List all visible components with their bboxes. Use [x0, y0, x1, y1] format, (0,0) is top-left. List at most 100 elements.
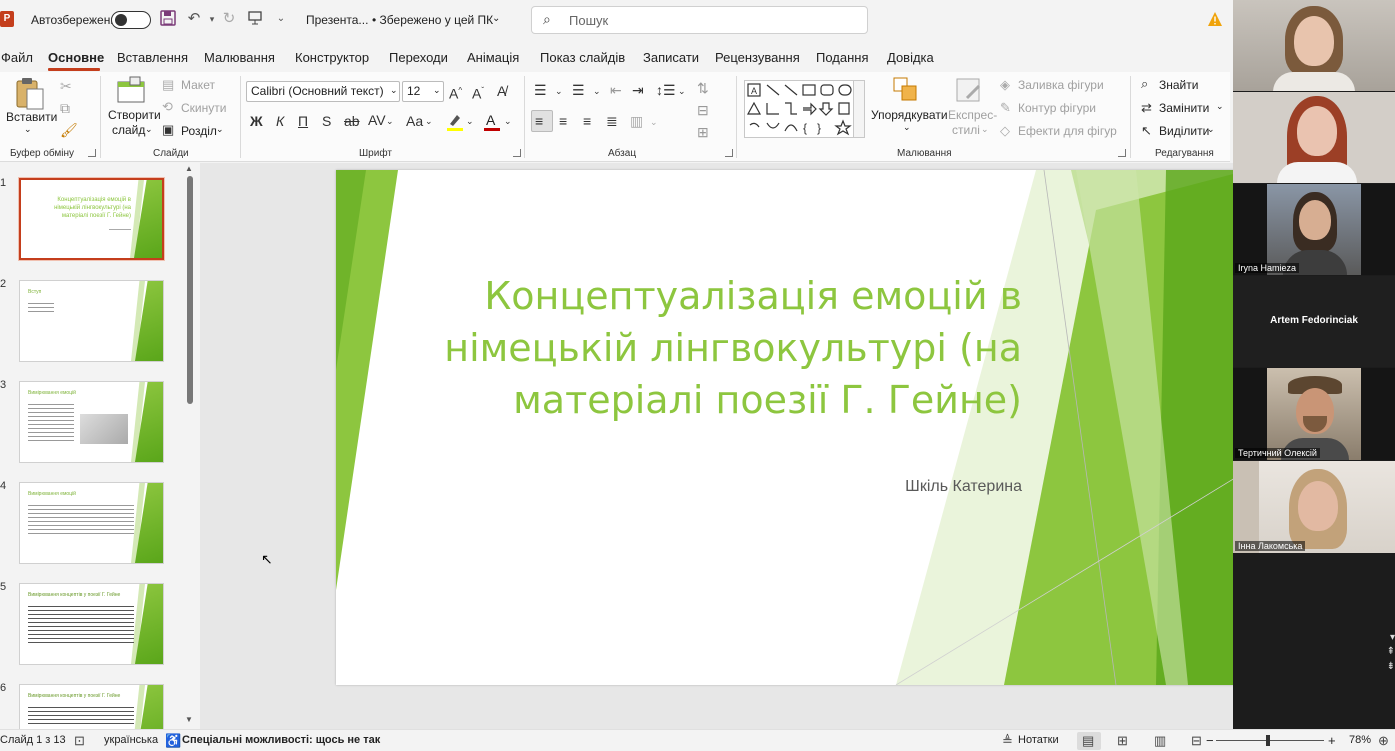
- language-indicator[interactable]: українська: [104, 734, 158, 746]
- character-spacing-icon[interactable]: AV: [368, 112, 386, 128]
- tab-file[interactable]: Файл: [1, 50, 33, 65]
- undo-icon[interactable]: ↶: [185, 10, 203, 28]
- reset-label[interactable]: Скинути: [181, 101, 226, 115]
- scroll-down-icon[interactable]: ⇟: [1387, 661, 1395, 672]
- slide-thumbnail[interactable]: Вимірювання емоцій: [19, 482, 164, 564]
- paste-label[interactable]: Вставити: [6, 110, 57, 124]
- cut-icon[interactable]: ✂: [60, 78, 72, 94]
- decrease-font-icon[interactable]: Aˇ: [472, 83, 484, 102]
- font-launcher-icon[interactable]: [513, 149, 521, 157]
- slide-author[interactable]: Шкіль Катерина: [905, 478, 1022, 496]
- paragraph-launcher-icon[interactable]: [725, 149, 733, 157]
- replace-dropdown-icon[interactable]: ⌄: [1216, 101, 1224, 112]
- replace-icon[interactable]: ⇄: [1141, 100, 1152, 116]
- font-color-icon[interactable]: A: [483, 112, 501, 132]
- drawing-launcher-icon[interactable]: [1118, 149, 1126, 157]
- notes-icon[interactable]: ≜: [1002, 733, 1013, 749]
- strikethrough-icon[interactable]: ab: [344, 113, 360, 129]
- quick-styles-label-2[interactable]: стилі: [952, 123, 980, 137]
- quick-styles-dropdown-icon[interactable]: ⌄: [981, 124, 989, 135]
- new-slide-label-1[interactable]: Створити: [108, 108, 161, 122]
- replace-label[interactable]: Замінити: [1159, 101, 1209, 115]
- bullets-icon[interactable]: ☰: [534, 82, 547, 98]
- columns-dropdown-icon[interactable]: ⌄: [650, 114, 658, 130]
- undo-dropdown-icon[interactable]: ▾: [203, 10, 221, 28]
- slide-thumbnail[interactable]: Концептуалізація емоцій в німецькій лінг…: [18, 177, 165, 261]
- increase-indent-icon[interactable]: ⇥: [632, 82, 644, 98]
- tab-draw[interactable]: Малювання: [204, 50, 275, 65]
- clipboard-launcher-icon[interactable]: [88, 149, 96, 157]
- customize-toolbar-icon[interactable]: ⌄: [272, 10, 290, 28]
- warning-icon[interactable]: [1207, 11, 1223, 27]
- arrange-icon[interactable]: [892, 76, 922, 106]
- font-color-dropdown-icon[interactable]: ⌄: [504, 113, 512, 129]
- start-slideshow-icon[interactable]: [246, 10, 264, 28]
- copy-icon[interactable]: ⧉: [60, 100, 70, 116]
- align-right-icon[interactable]: ≡: [583, 113, 591, 129]
- font-name-select[interactable]: Calibri (Основний текст): [246, 81, 400, 102]
- scroll-down-icon[interactable]: ▼: [185, 715, 193, 724]
- italic-icon[interactable]: К: [276, 113, 284, 129]
- shapes-gallery[interactable]: A {}: [744, 80, 856, 138]
- participant-tile[interactable]: [1233, 92, 1395, 183]
- arrange-label[interactable]: Упорядкувати: [871, 108, 948, 122]
- zoom-out-icon[interactable]: −: [1206, 733, 1214, 748]
- tab-home[interactable]: Основне: [48, 50, 104, 65]
- reading-view-icon[interactable]: ▥: [1154, 733, 1166, 749]
- arrange-dropdown-icon[interactable]: ⌄: [903, 122, 911, 133]
- tab-design[interactable]: Конструктор: [295, 50, 369, 65]
- increase-font-icon[interactable]: A^: [449, 83, 462, 102]
- paste-dropdown-icon[interactable]: ⌄: [24, 124, 32, 135]
- fit-to-window-icon[interactable]: ⊕: [1378, 733, 1389, 749]
- tab-animations[interactable]: Анімація: [467, 50, 519, 65]
- new-slide-icon[interactable]: [116, 76, 148, 106]
- document-name[interactable]: Презента...: [306, 13, 368, 27]
- participant-tile[interactable]: Тертичний Олексій: [1233, 368, 1395, 460]
- participant-tile[interactable]: [1233, 0, 1395, 91]
- shape-effects-icon[interactable]: ◇: [1000, 123, 1010, 139]
- thumbnails-scrollbar[interactable]: [187, 176, 193, 404]
- quick-styles-label-1[interactable]: Експрес-: [948, 108, 997, 122]
- numbering-icon[interactable]: ☰: [572, 82, 585, 98]
- quick-styles-icon[interactable]: [955, 76, 985, 106]
- slide-thumbnail[interactable]: Вимірювання концептів у поезії Г. Гейне: [19, 684, 164, 729]
- redo-icon[interactable]: ↻: [220, 10, 238, 28]
- participant-tile[interactable]: Iryna Hamieza: [1233, 184, 1395, 275]
- zoom-slider-knob[interactable]: [1266, 735, 1270, 746]
- justify-icon[interactable]: ≣: [606, 113, 618, 129]
- new-slide-dropdown-icon[interactable]: ⌄: [145, 124, 153, 135]
- shape-effects-label[interactable]: Ефекти для фігур: [1018, 124, 1117, 138]
- spellcheck-icon[interactable]: ⊡: [74, 733, 85, 749]
- line-spacing-dropdown-icon[interactable]: ⌄: [678, 83, 686, 99]
- shadow-icon[interactable]: S: [322, 113, 331, 129]
- shape-fill-icon[interactable]: ◈: [1000, 77, 1010, 93]
- search-box[interactable]: ⌕ Пошук: [531, 6, 868, 34]
- select-icon[interactable]: ↖: [1141, 123, 1152, 139]
- section-icon[interactable]: ▣: [162, 122, 174, 138]
- save-icon[interactable]: [159, 10, 177, 28]
- zoom-slider[interactable]: [1216, 740, 1324, 741]
- slideshow-view-icon[interactable]: ⊟: [1191, 733, 1202, 749]
- shape-fill-label[interactable]: Заливка фігури: [1018, 78, 1104, 92]
- underline-icon[interactable]: П: [298, 113, 308, 129]
- slide-thumbnail[interactable]: Вимірювання концептів у поезії Г. Гейне: [19, 583, 164, 665]
- zoom-in-icon[interactable]: +: [1328, 733, 1336, 748]
- layout-label[interactable]: Макет: [181, 78, 215, 92]
- section-dropdown-icon[interactable]: ⌄: [216, 124, 224, 135]
- columns-icon[interactable]: ▥: [630, 113, 643, 129]
- find-label[interactable]: Знайти: [1159, 78, 1198, 92]
- tab-review[interactable]: Рецензування: [715, 50, 800, 65]
- decrease-indent-icon[interactable]: ⇤: [610, 82, 622, 98]
- line-spacing-icon[interactable]: ↕☰: [656, 82, 676, 98]
- autosave-toggle[interactable]: [111, 11, 151, 29]
- scroll-up-icon[interactable]: ▲: [185, 164, 193, 173]
- highlight-icon[interactable]: [446, 112, 464, 132]
- highlight-dropdown-icon[interactable]: ⌄: [466, 113, 474, 129]
- shape-outline-icon[interactable]: ✎: [1000, 100, 1011, 116]
- select-label[interactable]: Виділити: [1159, 124, 1209, 138]
- text-direction-icon[interactable]: ⇅: [697, 80, 709, 96]
- shapes-gallery-scroll[interactable]: [853, 80, 865, 138]
- tab-help[interactable]: Довідка: [887, 50, 934, 65]
- tab-transitions[interactable]: Переходи: [389, 50, 448, 65]
- slide-thumbnail[interactable]: Вступ: [19, 280, 164, 362]
